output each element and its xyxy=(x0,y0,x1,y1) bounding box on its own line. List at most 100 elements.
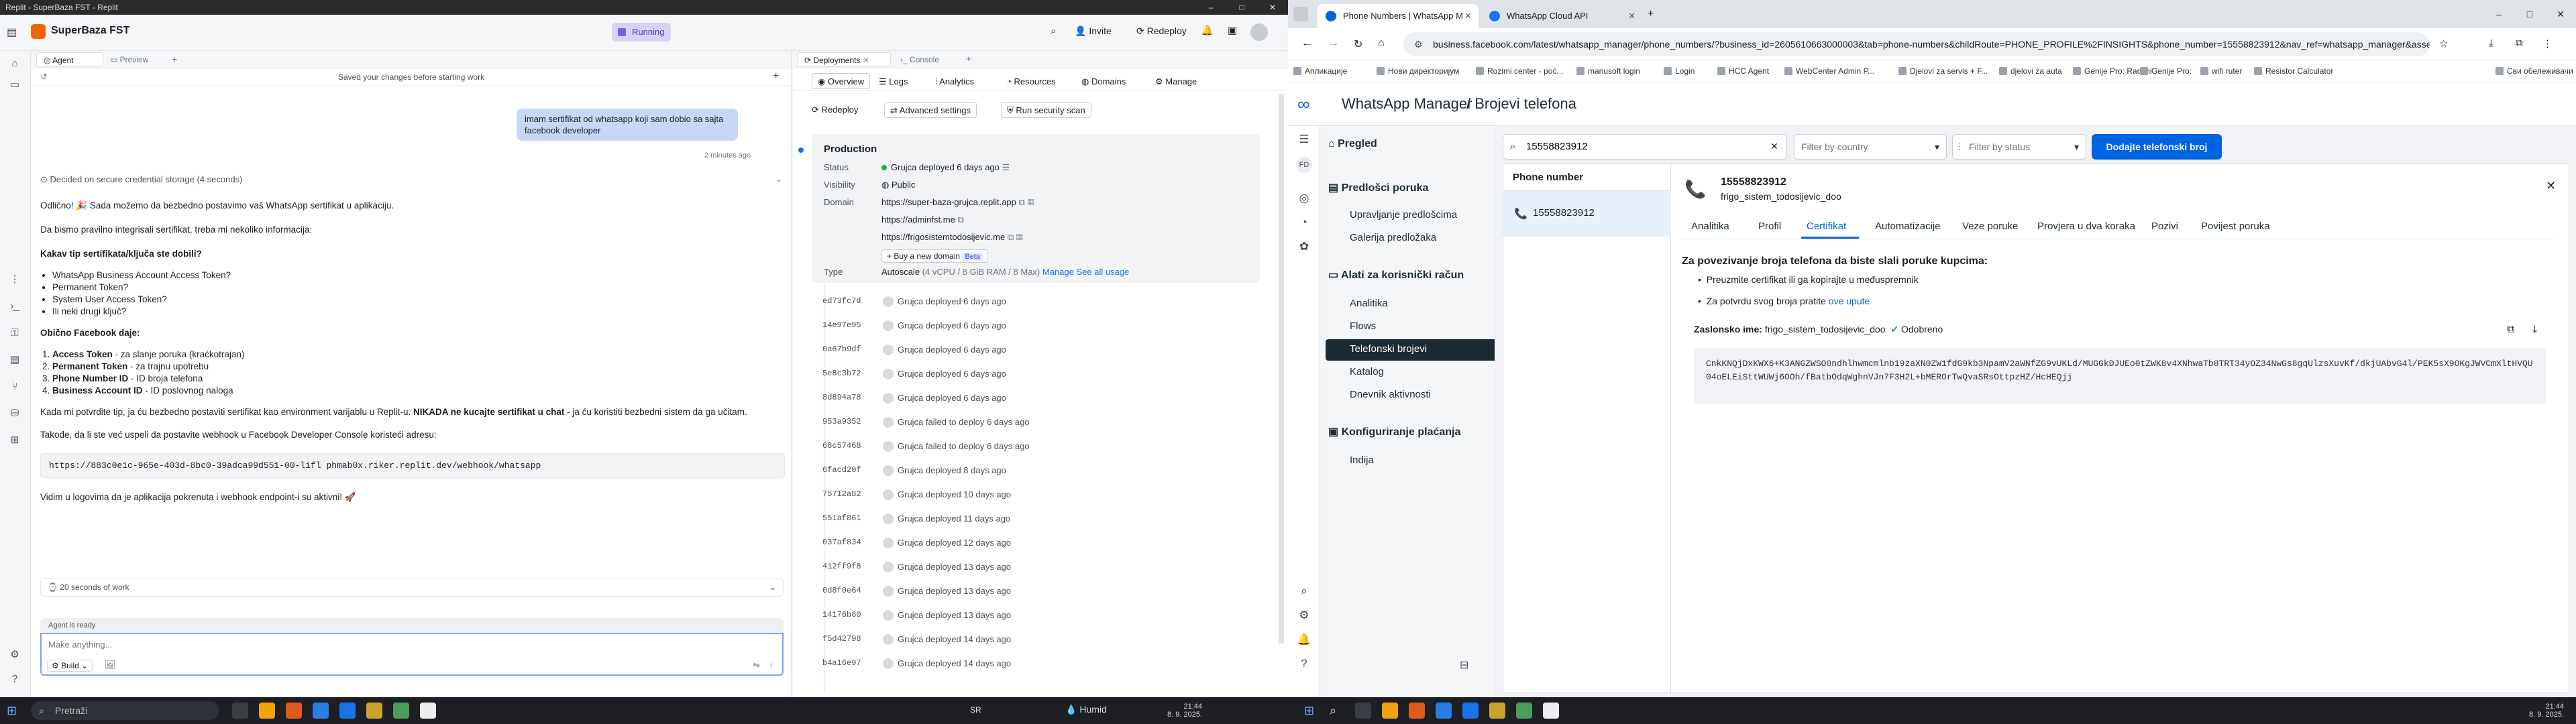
nav-telefonski[interactable]: Telefonski brojevi xyxy=(1350,343,1427,355)
domain-3-text[interactable]: https://frigosistemtodosijevic.me xyxy=(881,232,1005,242)
tab-pozivi[interactable]: Pozivi xyxy=(2151,221,2178,232)
explorer-icon[interactable] xyxy=(1382,703,1398,719)
copy-cert-icon[interactable]: ⧉ xyxy=(2507,324,2514,336)
deployment-row[interactable]: 0d8f0e64 Grujca deployed 13 days ago xyxy=(822,579,1265,603)
files-icon[interactable]: ▭ xyxy=(7,78,22,93)
app-icon[interactable] xyxy=(286,703,302,719)
usage-link[interactable]: See all usage xyxy=(1077,267,1130,277)
start-icon[interactable]: ⊞ xyxy=(7,704,17,718)
extensions-icon[interactable]: ⧉ xyxy=(2516,38,2523,49)
explorer-icon[interactable] xyxy=(259,703,275,719)
maximize-button[interactable]: □ xyxy=(2514,0,2545,28)
download-cert-icon[interactable]: ⤓ xyxy=(2532,324,2537,336)
database-icon[interactable]: ⛁ xyxy=(7,406,22,421)
search-icon[interactable]: ⌕ xyxy=(1330,704,1336,718)
buy-domain-button[interactable]: + Buy a new domain Beta xyxy=(881,249,989,263)
phone-search[interactable]: ⌕ ✕ xyxy=(1503,134,1787,160)
nav-alati[interactable]: ▭ Alati za korisnički račun xyxy=(1328,268,1464,282)
bookmark-item[interactable]: HCC Agent xyxy=(1717,66,1769,76)
nav-pregled[interactable]: ⌂ Pregled xyxy=(1328,138,1377,150)
minimize-button[interactable]: – xyxy=(1195,0,1226,15)
secrets-icon[interactable]: ⚿ xyxy=(7,326,22,341)
chat-input-box[interactable]: ⚙ Build ⌄ 🖼 ⇋ ↑ xyxy=(40,633,784,676)
tab-agent[interactable]: ◎ Agent xyxy=(36,52,103,67)
weather[interactable]: 💧 Humid xyxy=(1065,704,1107,715)
phone-list-item[interactable]: 📞 15558823912 xyxy=(1503,191,1671,237)
notes-icon[interactable] xyxy=(366,703,382,719)
taskbar-search[interactable]: ⌕ Pretraži xyxy=(31,701,219,720)
deploy-scrollbar[interactable] xyxy=(1279,94,1284,644)
settings-icon[interactable]: ⚙ xyxy=(7,648,22,662)
console-icon[interactable]: ▤ xyxy=(7,353,22,367)
collapse-nav-icon[interactable]: ⊟ xyxy=(1460,658,1468,672)
nav-konfig[interactable]: ▣ Konfiguriranje plaćanja xyxy=(1328,425,1460,438)
domain-1[interactable]: https://super-baza-grujca.replit.app ⧉ ▦ xyxy=(881,197,1034,208)
menu-icon[interactable]: ☰ xyxy=(1296,131,1312,147)
bookmark-item[interactable]: Login xyxy=(1664,66,1695,76)
maximize-button[interactable]: □ xyxy=(1226,0,1257,15)
action-redeploy[interactable]: ⟳ Redeploy xyxy=(812,105,858,115)
instructions-link[interactable]: ove upute xyxy=(1829,296,1870,306)
copy-icon[interactable]: ⧉ xyxy=(1008,232,1014,242)
running-badge[interactable]: Running xyxy=(612,23,672,42)
attach-icon[interactable]: 🖼 xyxy=(105,660,116,670)
phone-search-input[interactable] xyxy=(1526,141,1761,152)
tab-preview[interactable]: ▭ Preview xyxy=(103,52,177,67)
details-icon[interactable]: ☰ xyxy=(1002,162,1010,172)
bookmark-item[interactable]: manusoft login xyxy=(1576,66,1640,76)
star-icon[interactable]: ☆ xyxy=(2439,38,2448,50)
download-icon[interactable]: ⤓ xyxy=(2489,38,2493,49)
url-field[interactable]: ⚙ business.facebook.com/latest/whatsapp_m… xyxy=(1403,32,2430,56)
close-tab-icon[interactable]: ✕ xyxy=(1464,4,1472,28)
deployment-row[interactable]: 8d894a78 Grujca deployed 6 days ago xyxy=(822,386,1265,410)
search-icon[interactable]: ⌕ xyxy=(1051,25,1056,37)
account-icon[interactable]: FD xyxy=(1296,157,1312,173)
task-view-icon[interactable] xyxy=(1355,703,1371,719)
settings-slider-icon[interactable]: ⇋ xyxy=(753,660,760,670)
gear-small-icon[interactable]: ✿ xyxy=(1296,239,1312,255)
filter-country[interactable]: Filter by country ▾ xyxy=(1794,134,1947,160)
edge-icon[interactable] xyxy=(313,703,329,719)
git-icon[interactable]: ⑂ xyxy=(7,379,22,394)
site-info-icon[interactable]: ⚙ xyxy=(1414,32,1423,56)
close-button[interactable]: ✕ xyxy=(1257,0,1288,15)
nav-indija[interactable]: Indija xyxy=(1350,455,1374,466)
deployment-row[interactable]: 68c57468 Grujca failed to deploy 6 days a… xyxy=(822,434,1265,459)
bookmark-item[interactable]: djelovi za auta xyxy=(1999,66,2062,76)
nav-analitika[interactable]: Analitika xyxy=(1350,298,1388,309)
help-icon[interactable]: ? xyxy=(1296,656,1312,672)
redeploy-top-button[interactable]: ⟳ Redeploy xyxy=(1136,25,1187,37)
bookmark-item[interactable]: WebCenter Admin P... xyxy=(1784,66,1874,76)
inbox-icon[interactable]: ▣ xyxy=(1228,24,1237,36)
replit-icon[interactable] xyxy=(420,703,436,719)
close-tab-icon[interactable]: ✕ xyxy=(863,56,869,65)
home-icon[interactable]: ⌂ xyxy=(7,56,22,71)
avatar[interactable] xyxy=(1250,23,1268,41)
profile-icon[interactable] xyxy=(1293,7,1308,21)
chat-input[interactable] xyxy=(48,640,719,650)
replit-icon[interactable] xyxy=(1543,703,1559,719)
nav-predlosci[interactable]: ▤ Predlošci poruka xyxy=(1328,181,1428,194)
bookmark-item[interactable]: Resistor Calculator xyxy=(2254,66,2333,76)
menu-icon[interactable]: ⋮ xyxy=(2542,38,2553,50)
close-tab-icon[interactable]: ✕ xyxy=(1628,4,1635,28)
add-tab-icon[interactable]: + xyxy=(172,54,177,64)
bell-icon[interactable]: ◔ xyxy=(1296,215,1312,231)
invite-button[interactable]: 👤 Invite xyxy=(1075,25,1112,37)
deployment-row[interactable]: 14e97e95 Grujca deployed 6 days ago xyxy=(822,314,1265,338)
notes-icon[interactable] xyxy=(1489,703,1505,719)
home-icon[interactable]: ⌂ xyxy=(1378,38,1385,50)
nav-dnevnik[interactable]: Dnevnik aktivnosti xyxy=(1350,389,1431,400)
deployment-row[interactable]: 551af861 Grujca deployed 11 days ago xyxy=(822,507,1265,531)
tab-analitika[interactable]: Analitika xyxy=(1691,221,1729,232)
filter-status[interactable]: ⫶ Filter by status ▾ xyxy=(1952,134,2086,160)
deployment-row[interactable]: f5d42798 Grujca deployed 14 days ago xyxy=(822,627,1265,652)
nav-upravljanje[interactable]: Upravljanje predlošcima xyxy=(1350,209,1457,221)
nav-katalog[interactable]: Katalog xyxy=(1350,366,1384,377)
subtab-analytics[interactable]: ⫶ Analytics xyxy=(935,76,974,87)
browser-tab-phone-numbers[interactable]: Phone Numbers | WhatsApp M ✕ xyxy=(1318,4,1479,28)
deployment-row[interactable]: b4a16e97 Grujca deployed 14 days ago xyxy=(822,652,1265,676)
tab-provjera[interactable]: Provjera u dva koraka xyxy=(2037,221,2135,232)
certificate-text[interactable]: CnkKNQjDxKWX6+K3ANGZWSO0ndhlhwmcmlnb19za… xyxy=(1694,348,2546,404)
chrome-icon[interactable] xyxy=(1516,703,1532,719)
